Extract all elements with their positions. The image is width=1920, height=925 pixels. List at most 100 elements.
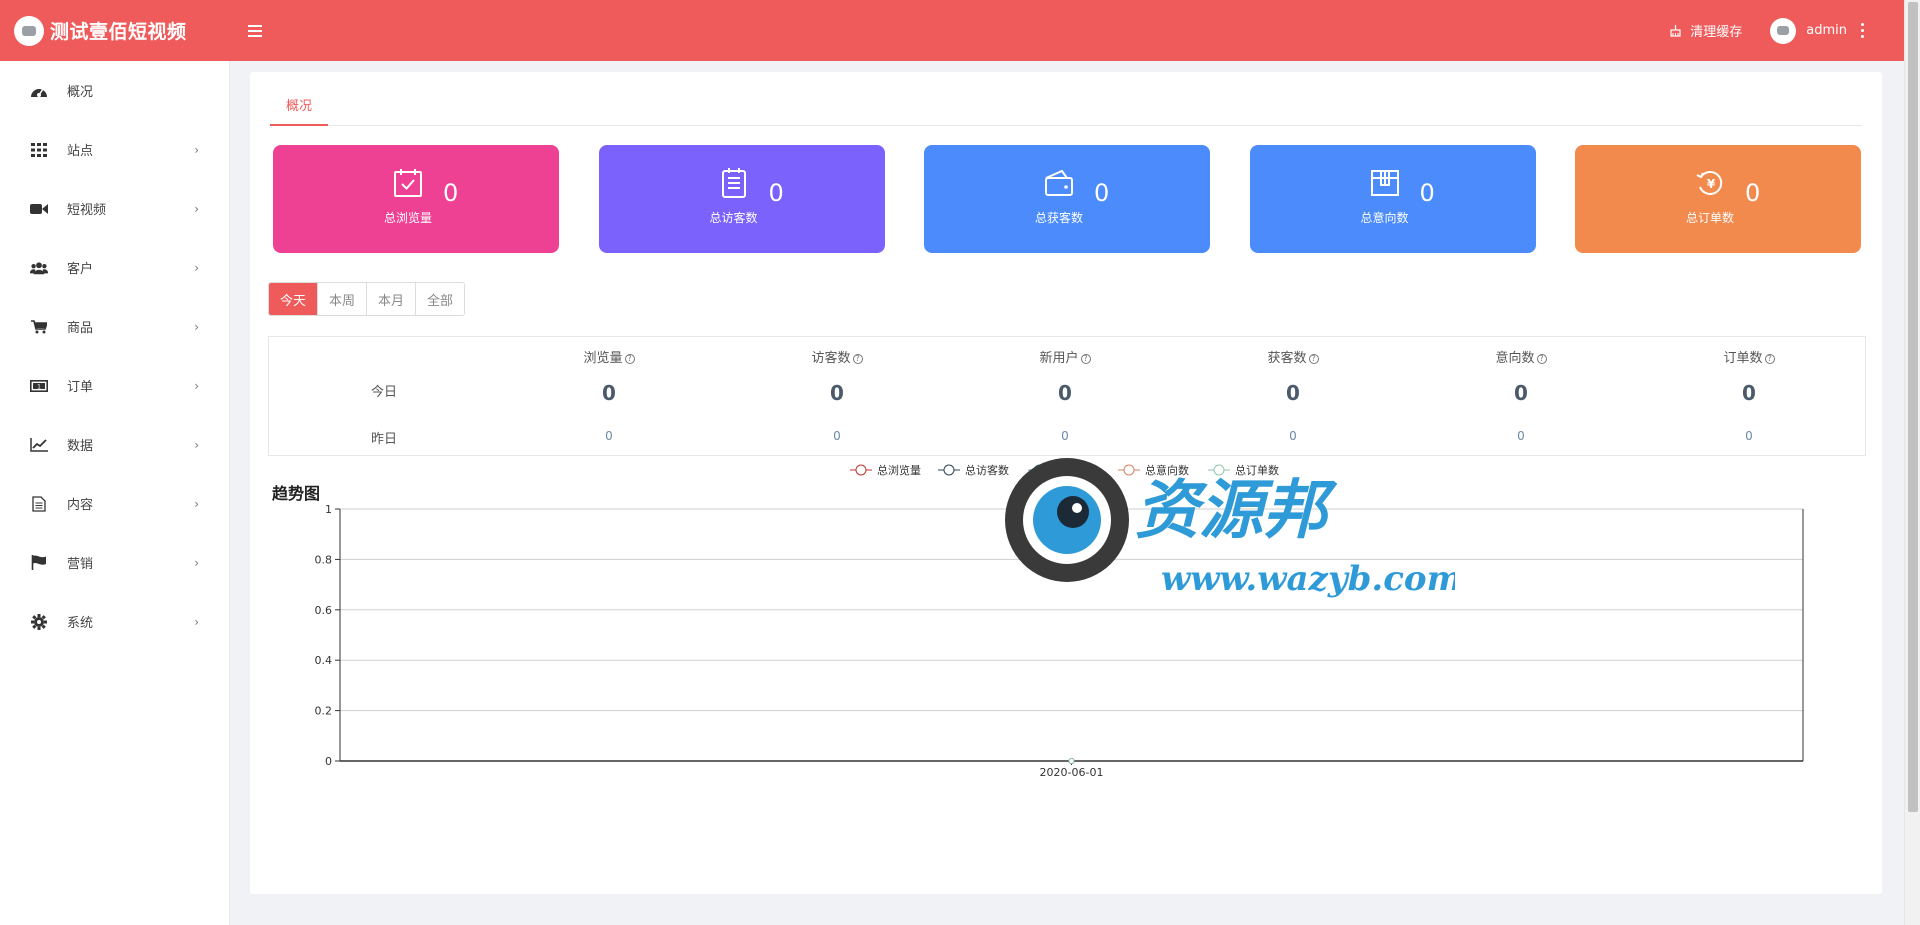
brand[interactable]: 测试壹佰短视频 bbox=[0, 0, 230, 61]
sidebar-item-label: 站点 bbox=[67, 144, 94, 159]
stat-yesterday-value: 0 bbox=[1061, 429, 1069, 443]
series-point-4 bbox=[1068, 758, 1075, 764]
help-icon[interactable]: ? bbox=[852, 354, 863, 364]
range-option-button[interactable]: 全部 bbox=[415, 283, 465, 315]
broom-icon bbox=[1670, 25, 1681, 37]
flag-icon bbox=[30, 554, 48, 572]
stat-header-label: 获客数 bbox=[1267, 351, 1307, 366]
card-label: 总访客数 bbox=[709, 211, 758, 225]
stat-header-label: 新用户 bbox=[1039, 351, 1079, 366]
clipboard-icon bbox=[718, 167, 750, 199]
sidebar-item-dashboard[interactable]: 概况 bbox=[0, 61, 229, 120]
stat-header: 获客数? bbox=[1233, 347, 1353, 366]
cart-icon bbox=[30, 318, 48, 336]
document-icon bbox=[30, 495, 48, 513]
sidebar-item-label: 客户 bbox=[67, 262, 94, 277]
sidebar-item-cart[interactable]: 商品 › bbox=[0, 297, 229, 356]
card-value: 0 bbox=[1094, 179, 1110, 207]
stat-header: 浏览量? bbox=[549, 347, 669, 366]
card-value: 0 bbox=[1745, 179, 1761, 207]
sidebar-item-label: 短视频 bbox=[67, 203, 107, 218]
summary-card[interactable]: 0 总获客数 bbox=[924, 145, 1210, 253]
main-panel: 概况 0 总浏览量 0 总访客数 0 总获客数 0 总意向数 ¥0 总订单数 今天 本周 本月 全部 今… bbox=[250, 72, 1882, 894]
chevron-right-icon: › bbox=[194, 142, 199, 157]
legend-marker bbox=[1033, 464, 1045, 476]
header-actions: 清理缓存 admin bbox=[1669, 17, 1904, 44]
sidebar: 概况 站点 › 短视频 › 客户 › 商品 › 1 订单 › 数据 › 内容 › 营销 › 系统 › bbox=[0, 61, 230, 925]
summary-card[interactable]: ¥0 总订单数 bbox=[1575, 145, 1861, 253]
summary-card[interactable]: 0 总访客数 bbox=[598, 145, 885, 253]
stat-header: 访客数? bbox=[777, 347, 897, 366]
summary-cards: 0 总浏览量 0 总访客数 0 总获客数 0 总意向数 ¥0 总订单数 bbox=[273, 145, 1861, 253]
range-option-button[interactable]: 今天 bbox=[269, 283, 318, 315]
y-tick-label: 0.6 bbox=[315, 604, 333, 617]
username: admin bbox=[1806, 23, 1847, 38]
sidebar-item-document[interactable]: 内容 › bbox=[0, 474, 229, 533]
top-header: 测试壹佰短视频 清理缓存 admin bbox=[0, 0, 1904, 61]
card-label: 总订单数 bbox=[1685, 211, 1734, 225]
chevron-right-icon: › bbox=[194, 260, 199, 275]
card-value: 0 bbox=[768, 179, 784, 207]
legend-marker bbox=[855, 464, 867, 476]
svg-text:¥: ¥ bbox=[1707, 177, 1716, 191]
sidebar-item-grid[interactable]: 站点 › bbox=[0, 120, 229, 179]
help-icon[interactable]: ? bbox=[1536, 354, 1547, 364]
grid-icon bbox=[30, 141, 48, 159]
legend-label: 总获客数 bbox=[1055, 463, 1099, 477]
sidebar-item-label: 系统 bbox=[67, 616, 94, 631]
range-option-button[interactable]: 本周 bbox=[317, 283, 367, 315]
vertical-scrollbar[interactable] bbox=[1904, 0, 1920, 925]
sidebar-item-label: 订单 bbox=[67, 380, 94, 395]
chevron-right-icon: › bbox=[194, 378, 199, 393]
row-label-yesterday: 昨日 bbox=[370, 432, 397, 447]
stat-header: 新用户? bbox=[1005, 347, 1125, 366]
checkbox-icon bbox=[392, 167, 424, 199]
chevron-right-icon: › bbox=[194, 555, 199, 570]
dashboard-icon bbox=[30, 82, 48, 100]
user-menu[interactable]: admin bbox=[1770, 17, 1847, 44]
y-tick-label: 0.2 bbox=[315, 705, 333, 718]
y-tick-label: 0.8 bbox=[315, 553, 333, 566]
row-label-today: 今日 bbox=[370, 385, 397, 400]
stat-header-label: 订单数 bbox=[1723, 351, 1763, 366]
sidebar-item-line-chart[interactable]: 数据 › bbox=[0, 415, 229, 474]
y-tick-label: 1 bbox=[325, 503, 332, 516]
clear-cache-label: 清理缓存 bbox=[1690, 25, 1743, 40]
stat-today-value: 0 bbox=[830, 381, 844, 405]
summary-card[interactable]: 0 总浏览量 bbox=[273, 145, 559, 253]
help-icon[interactable]: ? bbox=[1080, 354, 1091, 364]
box-icon bbox=[1369, 167, 1401, 199]
chevron-right-icon: › bbox=[194, 437, 199, 452]
legend-marker bbox=[1213, 464, 1225, 476]
trend-chart: 0 0.2 0.4 0.6 0.8 1 2020-06-01 总浏览量 总访客数 总获客数 总意向数… bbox=[315, 463, 1804, 779]
menu-toggle-icon[interactable] bbox=[248, 24, 262, 37]
chevron-right-icon: › bbox=[194, 319, 199, 334]
clear-cache-button[interactable]: 清理缓存 bbox=[1669, 21, 1742, 40]
summary-card[interactable]: 0 总意向数 bbox=[1249, 145, 1536, 253]
sidebar-item-gear[interactable]: 系统 › bbox=[0, 592, 229, 651]
stat-today-value: 0 bbox=[1514, 381, 1528, 405]
stat-today-value: 0 bbox=[602, 381, 616, 405]
sidebar-item-label: 概况 bbox=[67, 85, 94, 100]
help-icon[interactable]: ? bbox=[1764, 354, 1775, 364]
chevron-right-icon: › bbox=[194, 614, 199, 629]
help-icon[interactable]: ? bbox=[1308, 354, 1319, 364]
sidebar-item-flag[interactable]: 营销 › bbox=[0, 533, 229, 592]
tab-overview[interactable]: 概况 bbox=[270, 84, 328, 126]
stat-yesterday-value: 0 bbox=[1745, 429, 1753, 443]
card-label: 总意向数 bbox=[1360, 211, 1409, 225]
date-range-selector: 今天 本周 本月 全部 bbox=[268, 282, 466, 316]
card-value: 0 bbox=[443, 179, 459, 207]
more-vertical-icon[interactable] bbox=[1861, 23, 1864, 38]
stat-header: 意向数? bbox=[1461, 347, 1581, 366]
chevron-right-icon: › bbox=[194, 496, 199, 511]
stat-header-label: 浏览量 bbox=[583, 351, 623, 366]
legend-label: 总访客数 bbox=[965, 463, 1009, 477]
help-icon[interactable]: ? bbox=[624, 354, 635, 364]
sidebar-item-money[interactable]: 1 订单 › bbox=[0, 356, 229, 415]
sidebar-item-video-camera[interactable]: 短视频 › bbox=[0, 179, 229, 238]
sidebar-item-users[interactable]: 客户 › bbox=[0, 238, 229, 297]
range-option-button[interactable]: 本月 bbox=[366, 283, 416, 315]
sidebar-item-label: 商品 bbox=[67, 321, 94, 336]
sidebar-item-label: 数据 bbox=[67, 439, 94, 454]
